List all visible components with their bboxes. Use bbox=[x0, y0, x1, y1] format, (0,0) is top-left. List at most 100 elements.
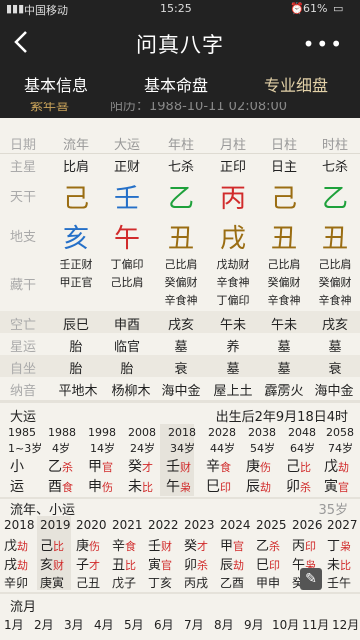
nayin-5: 海中金 bbox=[314, 384, 354, 399]
dayun-age-2: 14岁 bbox=[90, 442, 115, 455]
canggan-3-0: 戊劫财 bbox=[216, 258, 250, 271]
more-menu-button[interactable]: ••• bbox=[303, 32, 344, 56]
dayun-gan-7: 己比 bbox=[286, 456, 322, 476]
liunian-zhi-4: 寅官 bbox=[148, 554, 184, 573]
liuyue-month-6[interactable]: 7月 bbox=[184, 616, 214, 633]
dayun-year-8[interactable]: 2058 bbox=[326, 426, 360, 439]
dayun-gan-6-char: 庚 bbox=[246, 459, 260, 475]
dayun-gan-7-char: 己 bbox=[286, 459, 300, 475]
liunian-zhi-1: 亥财 bbox=[40, 554, 76, 573]
tab-detailed-chart[interactable]: 专业细盘 bbox=[264, 72, 328, 96]
canggan-col-2: 己比肩 癸偏财 辛食神 bbox=[155, 256, 207, 310]
liunian-gan-3-char: 辛 bbox=[112, 539, 126, 554]
nayin-0: 平地木 bbox=[58, 384, 98, 399]
liuyue-month-8[interactable]: 9月 bbox=[244, 616, 274, 633]
liunian-year-1[interactable]: 2019 bbox=[40, 518, 76, 532]
liunian-gan-1-shen: 比 bbox=[53, 540, 65, 553]
canggan-3-2: 丁偏印 bbox=[216, 294, 250, 307]
liunian-zhi-2-char: 子 bbox=[76, 558, 90, 573]
kongwang-0: 辰巳 bbox=[62, 318, 89, 333]
dayun-year-4[interactable]: 2018 bbox=[168, 426, 204, 439]
liuyue-month-3[interactable]: 4月 bbox=[94, 616, 124, 633]
liuyue-month-7[interactable]: 8月 bbox=[214, 616, 244, 633]
dizhi-0: 亥 bbox=[62, 224, 89, 254]
liunian-year-4[interactable]: 2022 bbox=[148, 518, 184, 532]
liuyue-month-11[interactable]: 12月 bbox=[332, 616, 360, 633]
liunian-year-3[interactable]: 2021 bbox=[112, 518, 148, 532]
liuyue-month-4[interactable]: 5月 bbox=[124, 616, 154, 633]
tab-basic-info[interactable]: 基本信息 bbox=[24, 72, 88, 96]
liunian-zhi-0: 戌劫 bbox=[4, 554, 40, 573]
tiangan-5: 乙 bbox=[321, 184, 348, 214]
dayun-year-1[interactable]: 1988 bbox=[48, 426, 84, 439]
liunian-year-7[interactable]: 2025 bbox=[256, 518, 292, 532]
liunian-zhi-3-char: 丑 bbox=[112, 558, 126, 573]
subbar-date: 阳历：1988-10-11 02:08:00 bbox=[110, 102, 288, 114]
zhuxing-4: 日主 bbox=[270, 160, 297, 175]
edit-icon[interactable]: ✎ bbox=[300, 568, 322, 590]
liuyue-month-0[interactable]: 1月 bbox=[4, 616, 34, 633]
liunian-gan-7-shen: 杀 bbox=[269, 540, 281, 553]
dayun-age-0: 1~3岁 bbox=[8, 442, 43, 455]
tab-basic-chart[interactable]: 基本命盘 bbox=[144, 72, 208, 96]
liunian-year-8[interactable]: 2026 bbox=[292, 518, 328, 532]
dayun-gan-2-shen: 官 bbox=[102, 461, 113, 474]
liuyue-month-5[interactable]: 6月 bbox=[154, 616, 184, 633]
liuyue-month-2[interactable]: 3月 bbox=[64, 616, 94, 633]
dizhi-5: 丑 bbox=[321, 224, 348, 254]
canggan-5-2: 辛食神 bbox=[318, 294, 352, 307]
liunian-gan-6-shen: 官 bbox=[233, 540, 245, 553]
liunian-year-6[interactable]: 2024 bbox=[220, 518, 256, 532]
dayun-year-3[interactable]: 2008 bbox=[128, 426, 164, 439]
tiangan-3: 丙 bbox=[219, 184, 246, 214]
liunian-year-2[interactable]: 2020 bbox=[76, 518, 112, 532]
canggan-col-0: 壬正财 甲正官 bbox=[50, 256, 102, 292]
dayun-age-8: 74岁 bbox=[328, 442, 353, 455]
liunian-zhi-5: 卯杀 bbox=[184, 554, 220, 573]
canggan-2-0: 己比肩 bbox=[164, 258, 198, 271]
tiangan-2: 乙 bbox=[167, 184, 194, 214]
liuyue-month-10[interactable]: 11月 bbox=[302, 616, 332, 633]
liuyue-month-9[interactable]: 10月 bbox=[272, 616, 302, 633]
dayun-zhi-8: 寅官 bbox=[324, 476, 360, 496]
section-divider bbox=[0, 400, 360, 403]
battery-icon: ▭ bbox=[333, 2, 344, 15]
dayun-zhi-4: 午枭 bbox=[166, 476, 202, 496]
dayun-year-6[interactable]: 2038 bbox=[248, 426, 284, 439]
liunian-zhi-5-shen: 杀 bbox=[197, 559, 209, 572]
liunian-year-0[interactable]: 2018 bbox=[4, 518, 40, 532]
zizuo-5: 衰 bbox=[328, 362, 342, 377]
dayun-year-0[interactable]: 1985 bbox=[8, 426, 44, 439]
info-subbar: 紫年喜 阳历：1988-10-11 02:08:00 bbox=[0, 102, 360, 118]
liunian-gan-5-shen: 才 bbox=[197, 540, 209, 553]
dayun-zhi-0-char: 运 bbox=[10, 479, 24, 495]
dayun-zhi-7-char: 卯 bbox=[286, 479, 300, 495]
dayun-age-4: 34岁 bbox=[170, 442, 195, 455]
dayun-gan-2-char: 甲 bbox=[88, 459, 102, 475]
dayun-zhi-6-shen: 劫 bbox=[260, 481, 271, 494]
liunian-zhi-3: 丑比 bbox=[112, 554, 148, 573]
canggan-col-3: 戊劫财 辛食神 丁偏印 bbox=[207, 256, 259, 310]
dayun-year-5[interactable]: 2028 bbox=[208, 426, 244, 439]
canggan-5-0: 己比肩 bbox=[318, 258, 352, 271]
liunian-year-9[interactable]: 2027 bbox=[327, 518, 360, 532]
liuyue-month-1[interactable]: 2月 bbox=[34, 616, 64, 633]
liunian-zhi-6-shen: 劫 bbox=[233, 559, 245, 572]
dayun-gan-3-shen: 才 bbox=[142, 461, 153, 474]
liunian-zhi-9-char: 未 bbox=[327, 558, 341, 573]
dayun-zhi-6-char: 辰 bbox=[246, 479, 260, 495]
liunian-gan-9-char: 丁 bbox=[327, 539, 341, 554]
dayun-gan-1-shen: 杀 bbox=[62, 461, 73, 474]
dayun-zhi-3-char: 未 bbox=[128, 479, 142, 495]
liunian-zhi-0-char: 戌 bbox=[4, 558, 18, 573]
liunian-zhi-2-shen: 才 bbox=[89, 559, 101, 572]
liunian-year-5[interactable]: 2023 bbox=[184, 518, 220, 532]
dayun-zhi-2: 申伤 bbox=[88, 476, 124, 496]
liunian-gan-6: 甲官 bbox=[220, 535, 256, 554]
dayun-year-7[interactable]: 2048 bbox=[288, 426, 324, 439]
carrier: 中国移动 bbox=[24, 4, 68, 17]
dayun-gan-3: 癸才 bbox=[128, 456, 164, 476]
dayun-year-2[interactable]: 1998 bbox=[88, 426, 124, 439]
xingyun-5: 墓 bbox=[328, 340, 342, 355]
dayun-zhi-6: 辰劫 bbox=[246, 476, 282, 496]
